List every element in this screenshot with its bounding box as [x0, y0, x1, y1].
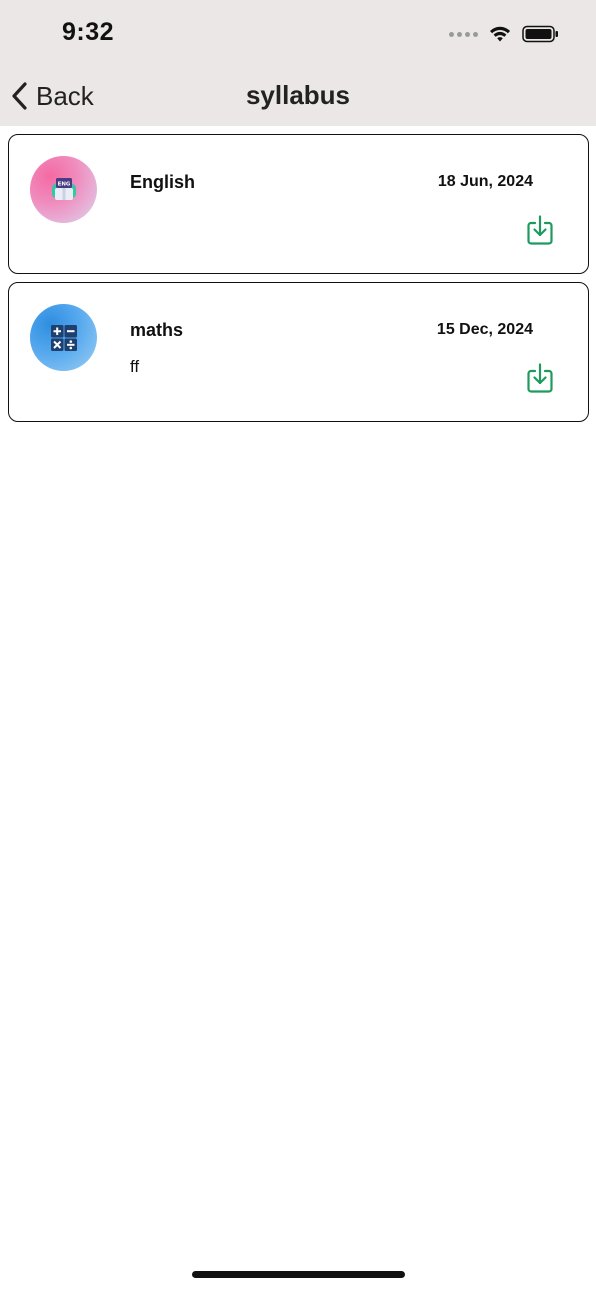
- status-icons: [449, 22, 560, 46]
- download-icon[interactable]: [526, 214, 554, 246]
- syllabus-card-english[interactable]: ENG English 18 Jun, 2024: [8, 134, 589, 274]
- page-title: syllabus: [245, 80, 351, 110]
- home-indicator[interactable]: [192, 1271, 405, 1278]
- wifi-icon: [490, 26, 510, 42]
- math-calculator-icon: [30, 304, 97, 371]
- subject-description: ff: [130, 357, 140, 376]
- download-icon[interactable]: [526, 362, 554, 394]
- signal-dots-icon: [449, 31, 478, 37]
- syllabus-card-maths[interactable]: maths ff 15 Dec, 2024: [8, 282, 589, 422]
- subject-name: maths: [130, 320, 184, 340]
- status-time: 9:32: [62, 18, 115, 46]
- subject-date: 15 Dec, 2024: [436, 321, 533, 338]
- english-icon-label: ENG: [57, 181, 70, 187]
- syllabus-list: ENG English 18 Jun, 2024 maths ff 15 Dec…: [8, 134, 589, 430]
- subject-name: English: [130, 172, 196, 192]
- battery-icon: [522, 25, 558, 43]
- header: 9:32 Back syllabus: [0, 0, 596, 126]
- english-book-icon: ENG: [30, 156, 97, 223]
- subject-date: 18 Jun, 2024: [437, 173, 533, 190]
